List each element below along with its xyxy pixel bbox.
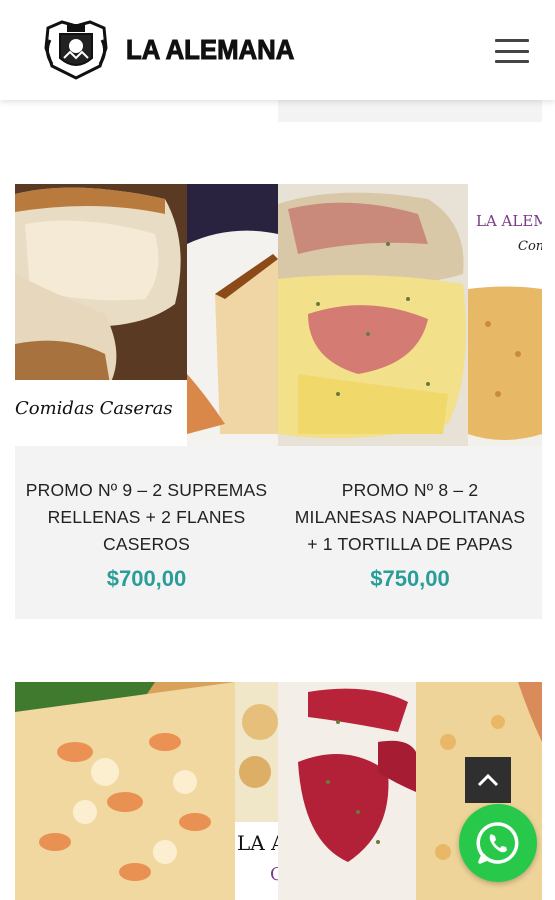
product-image[interactable]: LA ALEM Con [278,184,542,446]
product-card[interactable]: LA A C [15,682,278,900]
whatsapp-icon [476,822,519,864]
product-title[interactable]: PROMO Nº 9 – 2 SUPREMAS RELLENAS + 2 FLA… [15,477,278,558]
product-title-line: + 1 TORTILLA DE PAPAS [307,534,513,554]
product-price: $750,00 [370,566,450,591]
product-price: $700,00 [106,566,187,591]
site-header: LA ALEMANA [0,0,555,100]
product-title-line: RELLENAS + 2 FLANES [47,507,246,527]
product-photo: Comidas Caseras [15,184,278,446]
menu-line [495,60,529,63]
image-caption: LA ALEM [476,212,542,230]
product-image[interactable]: LA A C [15,682,278,900]
product-photo: LA ALEM Con [278,184,542,446]
product-image[interactable]: Comidas Caseras [15,184,278,446]
image-caption: Comidas Caseras [15,398,173,419]
scroll-to-top-button[interactable] [465,757,511,803]
hamburger-menu-icon[interactable] [495,39,529,63]
image-caption: Con [518,239,542,254]
product-title-line: PROMO Nº 9 – 2 SUPREMAS [25,480,268,500]
brand-name: LA ALEMANA [126,34,295,66]
product-title-line: PROMO Nº 8 – 2 [341,480,479,500]
menu-line [495,39,529,42]
site-logo[interactable]: LA ALEMANA [40,18,309,82]
product-title-line: CASEROS [103,534,190,554]
image-caption: C [270,864,278,885]
chevron-up-icon [477,773,499,787]
crest-logo-icon [44,20,108,80]
product-card[interactable]: Comidas Caseras PROMO Nº 9 – 2 SUPREMAS … [15,184,278,619]
product-photo: LA A C [15,682,278,900]
menu-line [495,49,529,53]
whatsapp-button[interactable] [459,804,537,882]
product-card[interactable]: LA ALEM Con PROMO Nº 8 – 2 MILANESAS NAP… [278,184,542,619]
product-title[interactable]: PROMO Nº 8 – 2 MILANESAS NAPOLITANAS + 1… [278,477,542,558]
product-title-line: MILANESAS NAPOLITANAS [294,507,526,527]
image-caption: LA A [237,831,278,855]
